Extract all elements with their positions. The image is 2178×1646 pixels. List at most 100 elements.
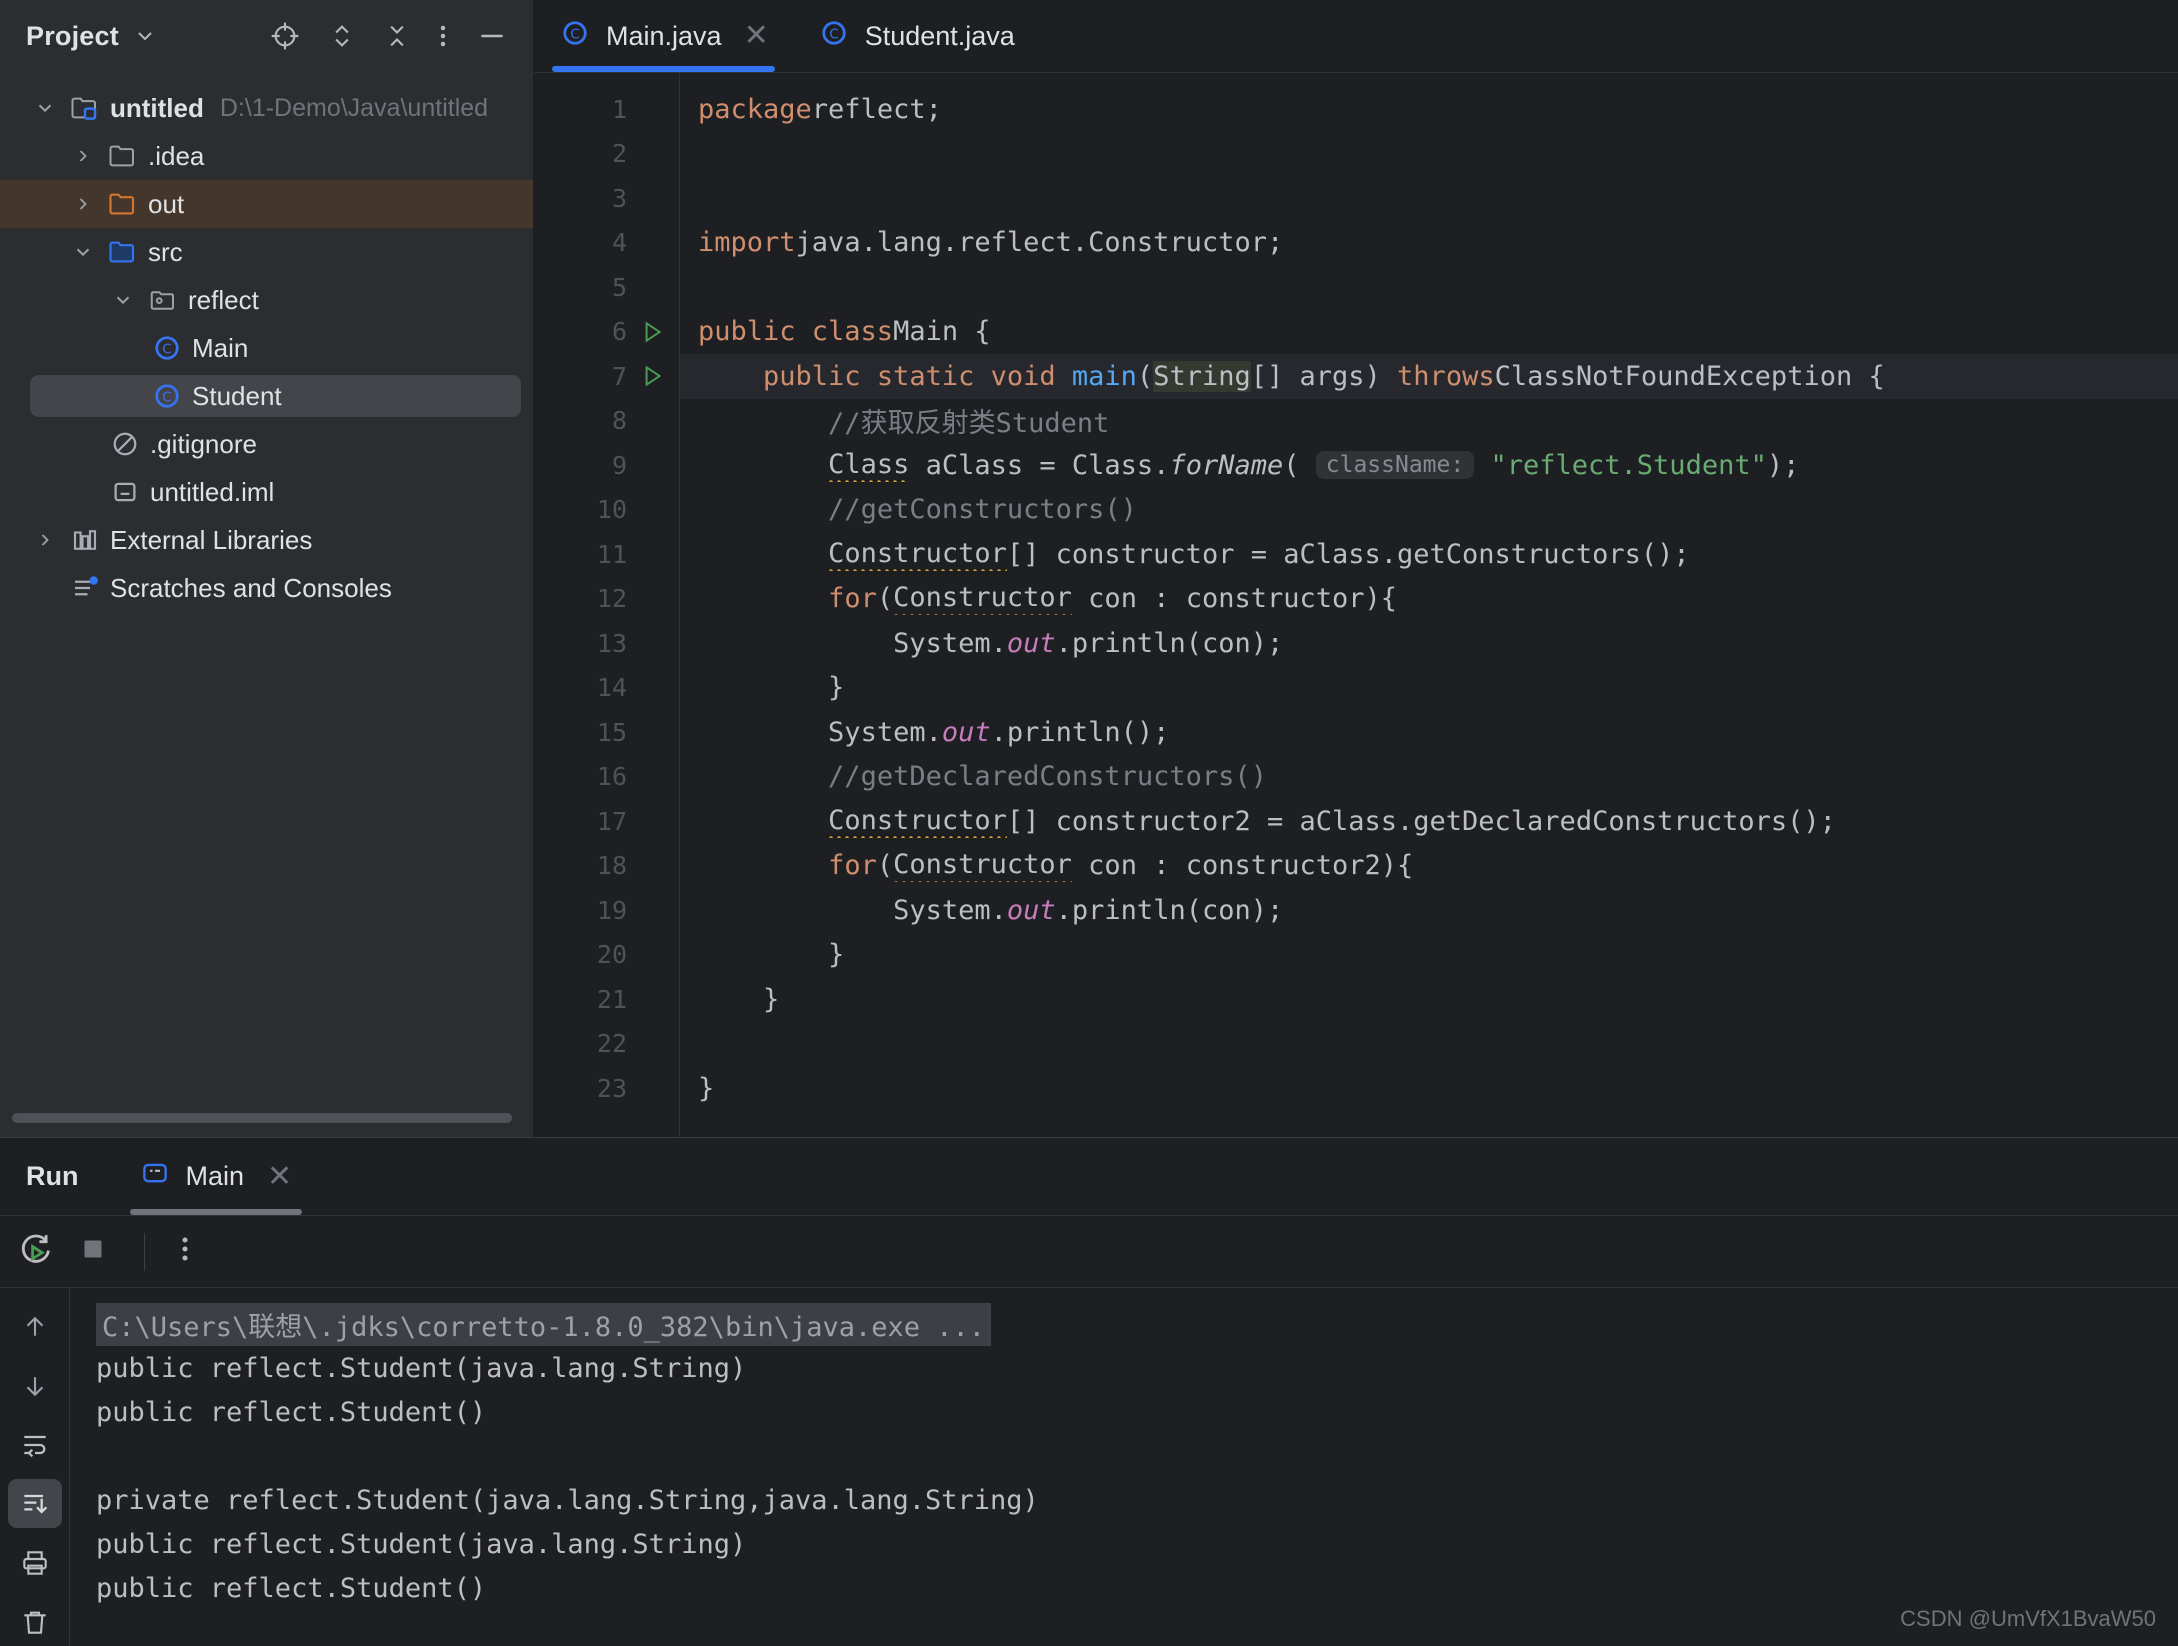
code-line-current: public static void main(String[] args) t…: [680, 354, 2178, 399]
folder-source-icon: [102, 237, 144, 267]
gutter-line: 2: [611, 139, 627, 169]
run-tool-window: Run Main ✕ C:\Users\联想\.jdks\corretto-1.…: [0, 1137, 2178, 1646]
run-tab-main[interactable]: Main ✕: [118, 1138, 314, 1215]
tree-item-label: out: [148, 188, 185, 219]
gutter-line: 14: [596, 673, 627, 703]
tab-main-java[interactable]: C Main.java ✕: [534, 0, 793, 72]
tree-item-scratches[interactable]: Scratches and Consoles: [0, 564, 533, 612]
close-icon[interactable]: ✕: [267, 1161, 292, 1192]
folder-icon: [102, 141, 144, 171]
rerun-icon[interactable]: [16, 1230, 54, 1273]
tree-item-src[interactable]: src: [0, 228, 533, 276]
console-line: private reflect.Student(java.lang.String…: [96, 1484, 1039, 1516]
svg-text:C: C: [162, 391, 171, 406]
watermark: CSDN @UmVfX1BvaW50: [1900, 1606, 2156, 1631]
gutter-line: 11: [596, 539, 627, 569]
tree-item-reflect[interactable]: reflect: [0, 276, 533, 324]
hide-icon[interactable]: [475, 20, 509, 52]
expand-collapse-icon[interactable]: [328, 20, 356, 52]
soft-wrap-icon[interactable]: [8, 1420, 62, 1469]
code-line: package reflect;: [698, 93, 942, 125]
console-output[interactable]: C:\Users\联想\.jdks\corretto-1.8.0_382\bin…: [70, 1288, 2178, 1646]
project-panel-toolbar: [269, 20, 515, 52]
run-toolbar: [0, 1216, 2178, 1288]
tree-item-label: src: [148, 236, 183, 267]
run-panel-header: Run Main ✕: [0, 1138, 2178, 1216]
gutter-line: 3: [611, 183, 627, 213]
console-line: public reflect.Student(java.lang.String): [96, 1528, 747, 1560]
scroll-to-end-icon[interactable]: [7, 1479, 62, 1528]
run-panel-title: Run: [26, 1161, 79, 1191]
tree-item-idea[interactable]: .idea: [0, 132, 533, 180]
code-line: }: [698, 983, 780, 1015]
java-class-icon: C: [146, 381, 188, 411]
tree-item-student-class[interactable]: C Student: [0, 372, 533, 420]
console-sidebar-toolbar: [0, 1288, 70, 1646]
folder-excluded-icon: [102, 189, 144, 219]
code-line: import java.lang.reflect.Constructor;: [698, 227, 1284, 259]
project-tree[interactable]: untitled D:\1-Demo\Java\untitled .idea o…: [0, 72, 533, 1137]
run-gutter-icon[interactable]: [635, 319, 669, 345]
tree-item-label: untitled.iml: [150, 476, 275, 507]
locate-icon[interactable]: [269, 20, 301, 52]
gutter-line: 8: [611, 406, 627, 436]
run-gutter-icon[interactable]: [635, 363, 669, 389]
gutter-line: 9: [611, 450, 627, 480]
gutter-line: 20: [596, 940, 627, 970]
gutter-line: 7: [534, 354, 679, 399]
chevron-down-icon[interactable]: [64, 241, 102, 263]
code-line: Class aClass = Class. forName( className:…: [828, 448, 1800, 482]
chevron-right-icon[interactable]: [26, 530, 64, 550]
gutter-line: 4: [611, 228, 627, 258]
chevron-right-icon[interactable]: [64, 146, 102, 166]
tree-item-gitignore[interactable]: .gitignore: [0, 420, 533, 468]
tab-label: Main.java: [606, 20, 722, 51]
tree-item-path: D:\1-Demo\Java\untitled: [219, 93, 489, 122]
chevron-down-icon[interactable]: [133, 24, 157, 48]
more-options-icon[interactable]: [179, 1231, 191, 1272]
clear-all-icon[interactable]: [8, 1597, 62, 1646]
tree-item-label: Student: [192, 380, 282, 411]
gitignore-icon: [104, 429, 146, 459]
tree-item-iml[interactable]: untitled.iml: [0, 468, 533, 516]
gutter-line: 1: [611, 94, 627, 124]
console-line: public reflect.Student(): [96, 1572, 487, 1604]
code-editor[interactable]: 1 2 3 4 5 6 7 8 9 10 11 12 13 14 15 16 1…: [534, 72, 2178, 1137]
more-options-icon[interactable]: [438, 20, 448, 52]
editor-gutter[interactable]: 1 2 3 4 5 6 7 8 9 10 11 12 13 14 15 16 1…: [534, 73, 679, 1137]
console-command-line: C:\Users\联想\.jdks\corretto-1.8.0_382\bin…: [96, 1302, 992, 1346]
tab-label: Student.java: [864, 20, 1015, 51]
code-line: }: [763, 672, 845, 704]
tree-item-out[interactable]: out: [0, 180, 533, 228]
code-content[interactable]: package reflect; import java.lang.reflec…: [679, 73, 2178, 1137]
scroll-up-icon[interactable]: [8, 1302, 62, 1351]
tab-student-java[interactable]: C Student.java: [793, 0, 1039, 72]
collapse-all-icon[interactable]: [383, 20, 411, 52]
tree-item-main-class[interactable]: C Main: [0, 324, 533, 372]
print-icon[interactable]: [8, 1538, 62, 1587]
chevron-down-icon[interactable]: [104, 289, 142, 311]
project-panel-title: Project: [26, 20, 119, 51]
tree-item-untitled[interactable]: untitled D:\1-Demo\Java\untitled: [0, 84, 533, 132]
stop-icon[interactable]: [76, 1232, 110, 1271]
chevron-down-icon[interactable]: [26, 97, 64, 119]
scroll-down-icon[interactable]: [8, 1361, 62, 1410]
code-line: //getDeclaredConstructors(): [763, 761, 1267, 793]
library-icon: [64, 525, 106, 555]
intellij-idea-window: Project untitled D:\1-Demo\Java\untitled…: [0, 0, 2178, 1646]
console-line: C:\Users\联想\.jdks\corretto-1.8.0_382\bin…: [96, 1302, 2178, 1346]
sidebar-horizontal-scrollbar[interactable]: [12, 1113, 512, 1123]
java-class-icon: C: [560, 18, 590, 55]
svg-text:C: C: [162, 343, 171, 358]
tree-item-external-libraries[interactable]: External Libraries: [0, 516, 533, 564]
package-icon: [142, 285, 184, 315]
module-folder-icon: [64, 93, 106, 123]
chevron-right-icon[interactable]: [64, 194, 102, 214]
gutter-line: 10: [596, 495, 627, 525]
close-icon[interactable]: ✕: [744, 21, 769, 51]
svg-text:C: C: [829, 27, 838, 42]
